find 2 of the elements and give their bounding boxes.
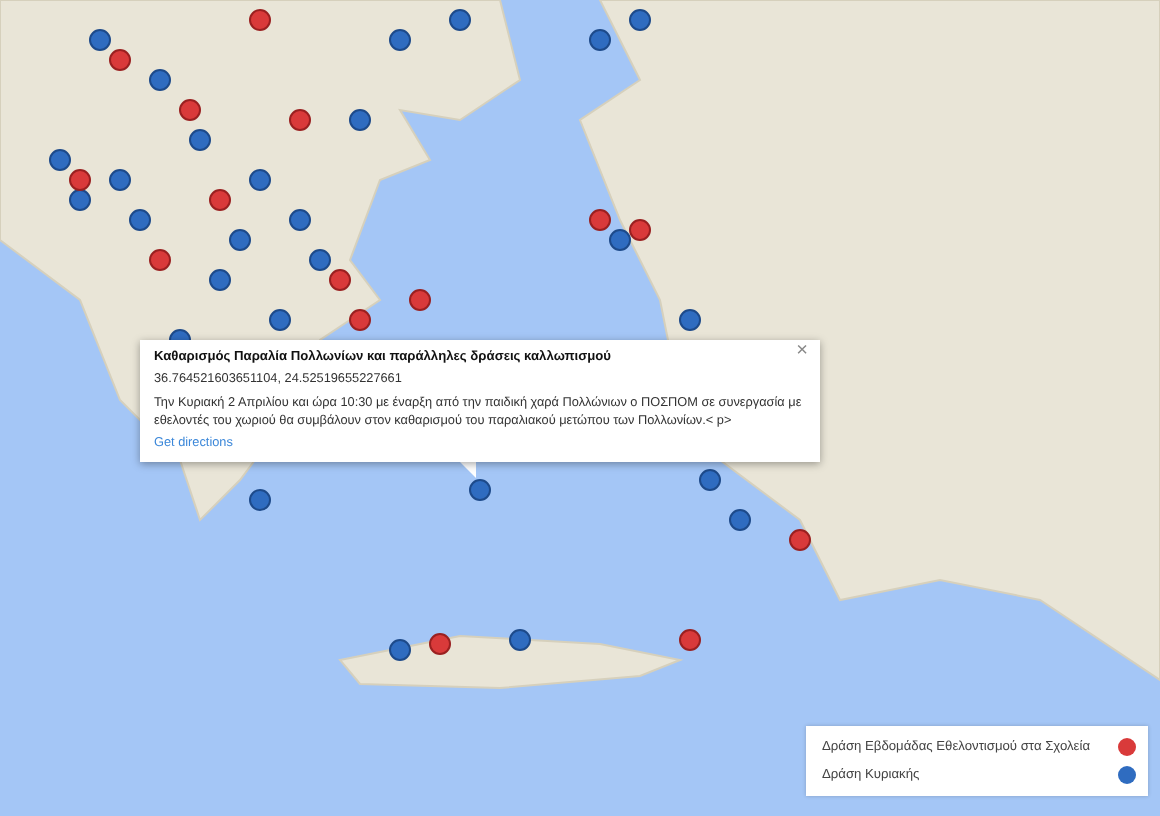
close-button[interactable]: × [792,342,812,362]
map-drawing[interactable] [0,0,1160,816]
